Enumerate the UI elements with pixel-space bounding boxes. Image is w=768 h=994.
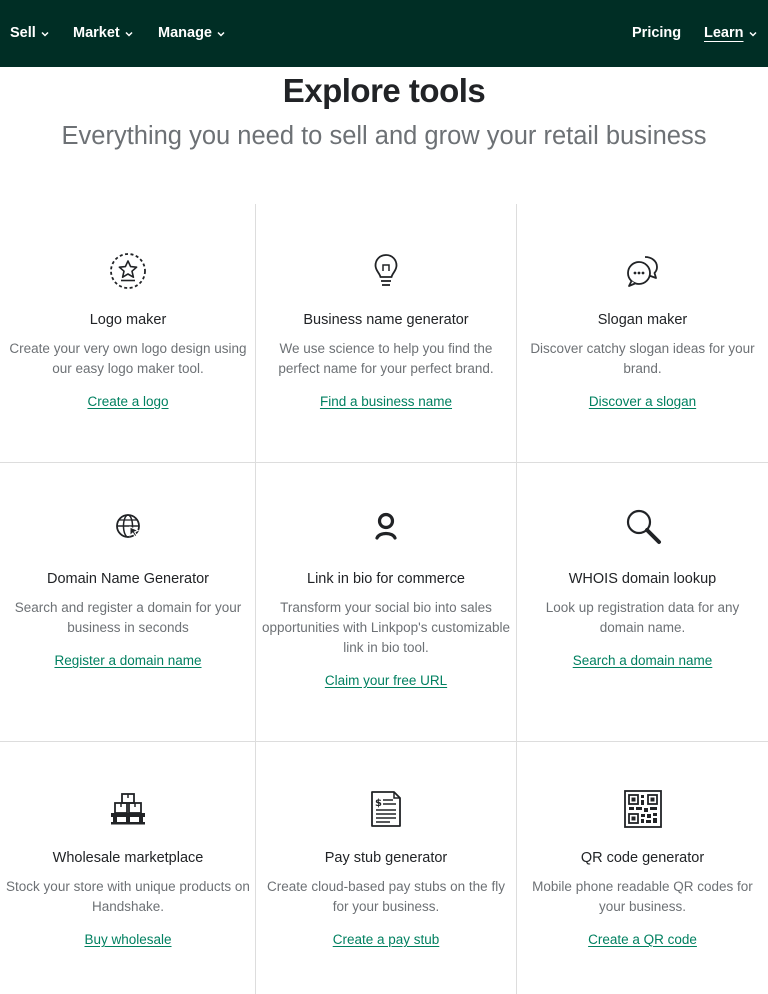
nav-sell-label: Sell (10, 25, 36, 41)
tool-link[interactable]: Buy wholesale (0, 932, 256, 947)
tool-card-domain-name-generator: Domain Name Generator Search and registe… (0, 463, 256, 741)
tool-card-slogan-maker: Slogan maker Discover catchy slogan idea… (517, 204, 768, 462)
tool-link[interactable]: Find a business name (256, 394, 516, 409)
tool-card-pay-stub-generator: $ Pay stub generator Create cloud-based … (256, 742, 516, 994)
tool-title: QR code generator (580, 850, 705, 866)
tool-title: Wholesale marketplace (52, 850, 204, 866)
nav-manage-label: Manage (158, 25, 212, 41)
tools-grid: Logo maker Create your very own logo des… (0, 204, 768, 994)
tool-description: Search and register a domain for your bu… (14, 600, 242, 635)
tool-card-link-in-bio: Link in bio for commerce Transform your … (256, 463, 516, 741)
nav-pricing-label: Pricing (632, 25, 682, 41)
tool-description: Discover catchy slogan ideas for your br… (530, 341, 755, 376)
tool-card-wholesale-marketplace: Wholesale marketplace Stock your store w… (0, 742, 256, 994)
tool-link[interactable]: Search a domain name (517, 653, 768, 668)
pay-stub-icon: $ (366, 789, 406, 829)
nav-manage[interactable]: Manage (158, 0, 225, 67)
star-badge-icon (108, 251, 148, 291)
tool-description: Stock your store with unique products on… (6, 879, 250, 914)
tool-description: Create cloud-based pay stubs on the fly … (267, 879, 505, 914)
tool-description: We use science to help you find the perf… (278, 341, 494, 376)
tool-link[interactable]: Discover a slogan (517, 394, 768, 409)
tool-card-qr-code-generator: QR code generator Mobile phone readable … (517, 742, 768, 994)
tool-link[interactable]: Claim your free URL (256, 673, 516, 688)
pallet-boxes-icon (108, 789, 148, 829)
tool-description: Look up registration data for any domain… (545, 600, 740, 635)
globe-cursor-icon (108, 506, 148, 546)
chevron-down-icon (125, 31, 133, 37)
tool-card-whois-lookup: WHOIS domain lookup Look up registration… (517, 463, 768, 741)
top-navigation: Sell Market Manage Pricing Learn (0, 0, 768, 67)
nav-learn-label: Learn (704, 25, 744, 41)
nav-market-label: Market (73, 25, 120, 41)
tool-description: Mobile phone readable QR codes for your … (532, 879, 753, 914)
page-subtitle: Everything you need to sell and grow you… (61, 122, 707, 150)
tool-description: Create your very own logo design using o… (9, 341, 247, 376)
tool-title: Business name generator (303, 312, 469, 328)
tool-title: Slogan maker (597, 312, 688, 328)
tool-title: Domain Name Generator (47, 571, 209, 587)
tool-title: Logo maker (89, 312, 167, 328)
magnifier-icon (623, 506, 663, 546)
tool-title: Link in bio for commerce (307, 571, 465, 587)
linkpop-icon (366, 506, 406, 546)
tool-card-logo-maker: Logo maker Create your very own logo des… (0, 204, 256, 462)
tool-title: Pay stub generator (324, 850, 448, 866)
tool-title: WHOIS domain lookup (568, 571, 717, 587)
nav-market[interactable]: Market (73, 0, 133, 67)
lightbulb-icon (366, 251, 406, 291)
tool-link[interactable]: Create a QR code (517, 932, 768, 947)
svg-text:$: $ (375, 798, 382, 809)
tool-link[interactable]: Register a domain name (0, 653, 256, 668)
chat-bubbles-icon (623, 251, 663, 291)
qr-code-icon (623, 789, 663, 829)
tool-description: Transform your social bio into sales opp… (262, 600, 510, 655)
nav-pricing[interactable]: Pricing (632, 0, 681, 67)
nav-learn[interactable]: Learn (704, 0, 757, 67)
tool-card-business-name-generator: Business name generator We use science t… (256, 204, 516, 462)
tool-link[interactable]: Create a logo (0, 394, 256, 409)
page-title: Explore tools (282, 72, 486, 109)
chevron-down-icon (217, 31, 225, 37)
chevron-down-icon (41, 31, 49, 37)
chevron-down-icon (748, 31, 757, 37)
tool-link[interactable]: Create a pay stub (256, 932, 516, 947)
nav-sell[interactable]: Sell (10, 0, 49, 67)
